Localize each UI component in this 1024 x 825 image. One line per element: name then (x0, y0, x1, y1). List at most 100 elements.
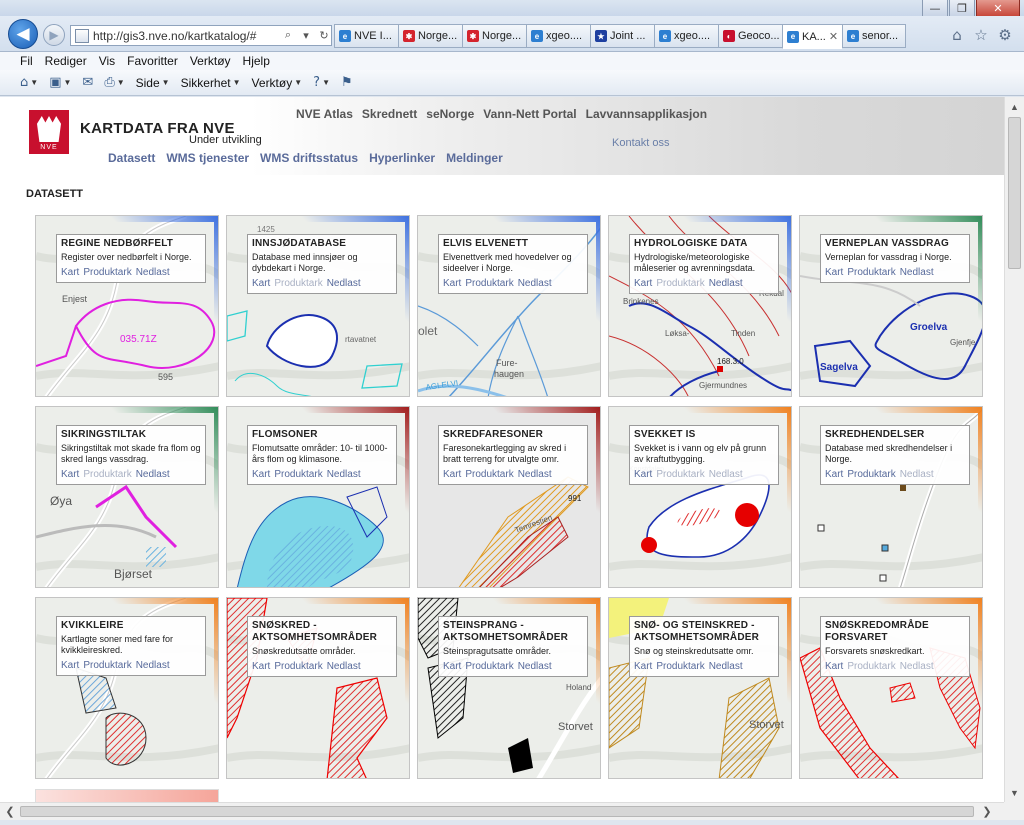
browser-tab[interactable]: ★ Joint ... (590, 24, 654, 48)
print-command[interactable]: ⎙ ▼ (104, 75, 124, 90)
scroll-up-icon[interactable]: ▲ (1005, 98, 1024, 115)
dataset-card[interactable]: FLOMSONER Flomutsatte områder: 10- til 10… (226, 406, 410, 588)
kart-link[interactable]: Kart (634, 661, 652, 672)
dataset-card[interactable]: olet Fure-haugen AGLELVI ELVIS ELVENETT Elve… (417, 215, 601, 397)
dataset-card[interactable]: Holand Storvet STEINSPRANG -AKTSOMHETSOMRÅ… (417, 597, 601, 779)
dataset-card[interactable]: 1425 rtavatnet INNSJØDATABASE Database med … (226, 215, 410, 397)
produktark-link[interactable]: Produktark (274, 661, 322, 672)
menu-item-1[interactable]: Rediger (45, 54, 87, 68)
produktark-link[interactable]: Produktark (656, 661, 704, 672)
verktoy-menu[interactable]: Verktøy ▼ (252, 76, 303, 90)
browser-tab[interactable]: ◐ Geoco... (718, 24, 782, 48)
dataset-card[interactable]: SNØSKREDOMRÅDE FORSVARET Forsvarets snøsk… (799, 597, 983, 779)
nve-logo[interactable]: NVE (29, 110, 69, 154)
dataset-card[interactable]: Groelva Sagelva Gjenfje VERNEPLAN VASSDRAG V… (799, 215, 983, 397)
nedlast-link[interactable]: Nedlast (709, 278, 743, 289)
top-nav-link[interactable]: Skrednett (362, 107, 417, 121)
menu-item-2[interactable]: Vis (99, 54, 115, 68)
produktark-link[interactable]: Produktark (83, 660, 131, 671)
side-menu[interactable]: Side ▼ (136, 76, 170, 90)
minimize-button[interactable]: — (922, 0, 948, 17)
kart-link[interactable]: Kart (61, 660, 79, 671)
dropdown-icon[interactable]: ▾ (299, 29, 313, 42)
favorites-star-icon[interactable]: ☆ (972, 26, 990, 44)
vertical-scroll-thumb[interactable] (1008, 117, 1021, 269)
nedlast-link[interactable]: Nedlast (518, 661, 552, 672)
dataset-card[interactable]: KVIKKLEIRE Kartlagte soner med fare for k… (35, 597, 219, 779)
sub-nav-link[interactable]: Hyperlinker (369, 151, 435, 165)
top-nav-link[interactable]: Vann-Nett Portal (483, 107, 576, 121)
browser-tab[interactable]: ✱ Norge... (398, 24, 462, 48)
sub-nav-link[interactable]: WMS driftsstatus (260, 151, 358, 165)
kart-link[interactable]: Kart (825, 267, 843, 278)
nedlast-link[interactable]: Nedlast (136, 469, 170, 480)
kart-link[interactable]: Kart (634, 469, 652, 480)
kart-link[interactable]: Kart (634, 278, 652, 289)
home-icon[interactable]: ⌂ (948, 26, 966, 44)
kart-link[interactable]: Kart (252, 661, 270, 672)
browser-tab[interactable]: e NVE I... (334, 24, 398, 48)
produktark-link[interactable]: Produktark (465, 661, 513, 672)
top-nav-link[interactable]: Lavvannsapplikasjon (586, 107, 707, 121)
sub-nav-link[interactable]: Meldinger (446, 151, 503, 165)
top-nav-link[interactable]: NVE Atlas (296, 107, 353, 121)
forward-button[interactable]: ▶ (43, 24, 65, 46)
mail-command[interactable]: ✉ (82, 75, 93, 90)
help-command[interactable]: ? ▼ (313, 75, 330, 90)
search-icon[interactable]: ⌕ (281, 29, 295, 42)
nedlast-link[interactable]: Nedlast (327, 469, 361, 480)
menu-item-5[interactable]: Hjelp (243, 54, 270, 68)
produktark-link[interactable]: Produktark (847, 469, 895, 480)
kart-link[interactable]: Kart (443, 278, 461, 289)
browser-tab[interactable]: ✱ Norge... (462, 24, 526, 48)
kart-link[interactable]: Kart (443, 661, 461, 672)
nedlast-link[interactable]: Nedlast (518, 278, 552, 289)
produktark-link[interactable]: Produktark (847, 267, 895, 278)
kart-link[interactable]: Kart (825, 661, 843, 672)
dataset-card[interactable]: Storvet SNØ- OG STEINSKRED -AKTSOMHETSOMR… (608, 597, 792, 779)
dataset-card[interactable]: Temrestien 991 SKREDFARESONER Faresonekartl… (417, 406, 601, 588)
contact-link[interactable]: Kontakt oss (612, 137, 669, 149)
close-tab-icon[interactable]: ✕ (829, 30, 838, 43)
horizontal-scrollbar[interactable]: ❮ ❯ (0, 802, 1004, 820)
browser-tab[interactable]: e xgeo.... (654, 24, 718, 48)
scroll-left-icon[interactable]: ❮ (1, 803, 19, 820)
dataset-card[interactable]: SNØSKRED -AKTSOMHETSOMRÅDER Snøskredutsat… (226, 597, 410, 779)
nedlast-link[interactable]: Nedlast (136, 267, 170, 278)
menu-item-4[interactable]: Verktøy (190, 54, 231, 68)
nedlast-link[interactable]: Nedlast (327, 278, 361, 289)
address-text[interactable]: http://gis3.nve.no/kartkatalog/# (93, 29, 277, 43)
nedlast-link[interactable]: Nedlast (136, 660, 170, 671)
scroll-right-icon[interactable]: ❯ (978, 803, 996, 820)
dataset-card[interactable]: SKREDHENDELSER Database med skredhendelse… (799, 406, 983, 588)
produktark-link[interactable]: Produktark (465, 469, 513, 480)
close-window-button[interactable]: ✕ (976, 0, 1020, 17)
kart-link[interactable]: Kart (252, 278, 270, 289)
nedlast-link[interactable]: Nedlast (327, 661, 361, 672)
kart-link[interactable]: Kart (252, 469, 270, 480)
maximize-button[interactable]: ❐ (949, 0, 975, 17)
produktark-link[interactable]: Produktark (274, 469, 322, 480)
horizontal-scroll-thumb[interactable] (20, 806, 974, 817)
browser-tab[interactable]: e KA... ✕ (782, 24, 842, 49)
nedlast-link[interactable]: Nedlast (518, 469, 552, 480)
nedlast-link[interactable]: Nedlast (709, 661, 743, 672)
dataset-card[interactable]: Øya Bjørset SIKRINGSTILTAK Sikringstiltak m… (35, 406, 219, 588)
browser-tab[interactable]: e xgeo.... (526, 24, 590, 48)
address-bar[interactable]: http://gis3.nve.no/kartkatalog/# ⌕ ▾ ↻ (70, 25, 332, 46)
kart-link[interactable]: Kart (443, 469, 461, 480)
dataset-card[interactable]: BrinkenesLøksa-TindenRekdal168.3.0Gjermu… (608, 215, 792, 397)
back-button[interactable]: ◀ (8, 19, 38, 49)
feeds-command[interactable]: ▣ ▼ (49, 75, 71, 90)
vertical-scrollbar[interactable]: ▲ ▼ (1004, 97, 1024, 802)
nedlast-link[interactable]: Nedlast (900, 267, 934, 278)
sikkerhet-menu[interactable]: Sikkerhet ▼ (181, 76, 241, 90)
browser-tab[interactable]: e senor... (842, 24, 906, 48)
menu-item-0[interactable]: Fil (20, 54, 33, 68)
home-command[interactable]: ⌂ ▼ (20, 75, 38, 90)
menu-item-3[interactable]: Favoritter (127, 54, 178, 68)
dataset-card-partial[interactable] (35, 789, 219, 802)
tools-gear-icon[interactable]: ⚙ (996, 26, 1014, 44)
dataset-card[interactable]: Enjest 035.71Z 595 REGINE NEDBØRFELT Registe… (35, 215, 219, 397)
sub-nav-link[interactable]: WMS tjenester (166, 151, 249, 165)
